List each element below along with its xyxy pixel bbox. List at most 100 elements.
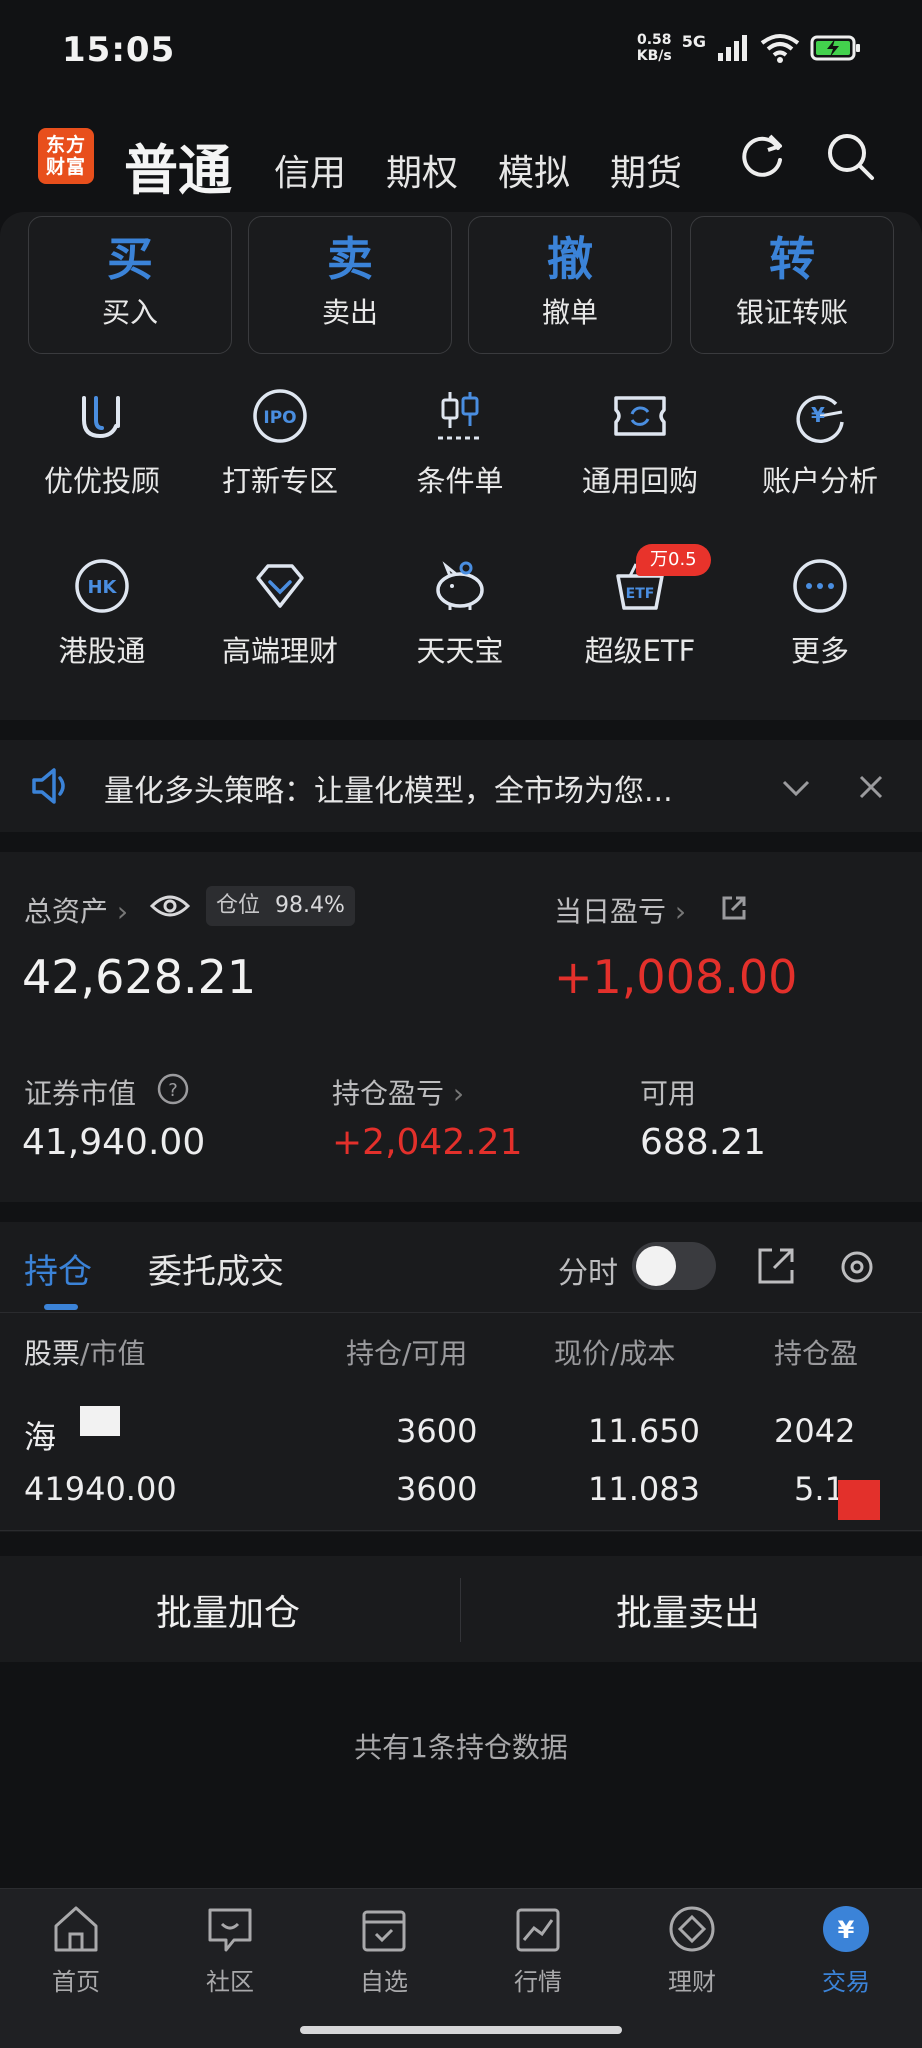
tab-futures[interactable]: 期货 xyxy=(610,144,682,196)
nav-community[interactable]: 社区 xyxy=(170,1904,290,1997)
home-icon xyxy=(54,1906,98,1952)
community-icon xyxy=(208,1908,252,1952)
tab-normal-account[interactable]: 普通 xyxy=(124,126,232,205)
grid-item-hk-connect[interactable]: HK 港股通 xyxy=(10,556,194,670)
transfer-key: 转 xyxy=(769,232,815,286)
grid-item-daily-treasure[interactable]: 天天宝 xyxy=(368,556,552,670)
tabs-divider xyxy=(0,1312,922,1313)
market-value: 41,940.00 xyxy=(22,1122,206,1163)
battery-charging-icon xyxy=(810,35,860,61)
batch-actions xyxy=(0,1556,922,1662)
home-indicator[interactable] xyxy=(300,2026,622,2034)
wifi-icon xyxy=(760,34,800,63)
logo-line2: 财富 xyxy=(45,156,86,178)
help-icon[interactable]: ? xyxy=(156,1072,190,1106)
stock-available: 3600 xyxy=(396,1470,478,1508)
tab-orders[interactable]: 委托成交 xyxy=(148,1244,284,1293)
row-divider xyxy=(0,1530,922,1531)
notice-text[interactable]: 量化多头策略：让量化模型，全市场为您... xyxy=(104,766,673,810)
close-icon[interactable] xyxy=(856,772,886,802)
transfer-button[interactable]: 转 银证转账 xyxy=(690,216,894,354)
grid-item-repo[interactable]: 通用回购 xyxy=(548,386,732,500)
nav-wealth[interactable]: 理财 xyxy=(632,1904,752,1997)
more-icon xyxy=(793,559,847,613)
grid-item-account-analysis[interactable]: ¥ 账户分析 xyxy=(728,386,912,500)
tab-credit[interactable]: 信用 xyxy=(274,144,346,196)
nav-home[interactable]: 首页 xyxy=(16,1904,136,1997)
tab-holdings[interactable]: 持仓 xyxy=(24,1244,92,1293)
buy-key: 买 xyxy=(107,232,153,286)
grid-label: 账户分析 xyxy=(761,464,878,498)
signal-icon xyxy=(718,35,747,61)
etf-fee-badge: 万0.5 xyxy=(636,544,711,576)
batch-sell-button[interactable]: 批量卖出 xyxy=(616,1584,760,1636)
cancel-order-button[interactable]: 撤 撤单 xyxy=(468,216,672,354)
settings-icon[interactable] xyxy=(836,1246,878,1288)
batch-add-button[interactable]: 批量加仓 xyxy=(156,1584,300,1636)
intraday-toggle[interactable] xyxy=(632,1242,716,1290)
stock-qty: 3600 xyxy=(396,1412,478,1450)
available-label: 可用 xyxy=(640,1077,697,1110)
market-value-text: 证券市值 xyxy=(24,1077,137,1110)
grid-label: 超级ETF xyxy=(584,634,696,668)
daily-pnl-value: +1,008.00 xyxy=(554,950,798,1004)
grid-item-ipo[interactable]: IPO 打新专区 xyxy=(188,386,372,500)
grid-label: 高端理财 xyxy=(221,634,338,668)
status-icons: 0.58 KB/s 5G xyxy=(637,32,862,64)
hk-icon: HK xyxy=(75,559,129,613)
app-logo: 东方 财富 xyxy=(38,128,94,184)
export-icon[interactable] xyxy=(756,1246,796,1286)
grid-item-conditional-order[interactable]: 条件单 xyxy=(368,386,552,500)
tab-simulation[interactable]: 模拟 xyxy=(498,144,570,196)
yen-trade-icon: ¥ xyxy=(823,1906,869,1952)
eye-icon[interactable] xyxy=(150,892,190,920)
grid-item-premium-wealth[interactable]: 高端理财 xyxy=(188,556,372,670)
grid-label: 通用回购 xyxy=(581,464,698,498)
stock-cost: 11.083 xyxy=(588,1470,700,1508)
grid-item-more[interactable]: 更多 xyxy=(728,556,912,670)
svg-text:HK: HK xyxy=(87,577,117,598)
buy-label: 买入 xyxy=(101,296,158,329)
nav-label: 社区 xyxy=(206,1968,254,1996)
market-chart-icon xyxy=(516,1908,560,1952)
search-icon[interactable] xyxy=(822,128,878,184)
total-assets-text: 总资产 xyxy=(24,895,109,928)
svg-text:¥: ¥ xyxy=(838,1916,855,1944)
holding-pnl-value: +2,042.21 xyxy=(332,1122,523,1163)
tab-options[interactable]: 期权 xyxy=(386,144,458,196)
wealth-icon xyxy=(669,1906,715,1952)
available-value: 688.21 xyxy=(640,1122,766,1163)
actions-divider xyxy=(460,1578,461,1642)
col-stock-sub: /市值 xyxy=(80,1337,146,1370)
market-value-label: 证券市值 xyxy=(24,1072,136,1112)
watchlist-icon xyxy=(362,1910,406,1952)
buy-button[interactable]: 买 买入 xyxy=(28,216,232,354)
nav-label: 自选 xyxy=(360,1968,408,1996)
daily-pnl-text: 当日盈亏 xyxy=(554,895,667,928)
grid-item-advisor[interactable]: 优优投顾 xyxy=(10,386,194,500)
stock-name: 海 xyxy=(24,1418,57,1456)
nav-label: 首页 xyxy=(52,1968,100,1996)
position-label: 仓位 xyxy=(216,893,261,918)
status-time: 15:05 xyxy=(62,30,176,70)
total-assets-label[interactable]: 总资产 › xyxy=(24,890,128,930)
share-icon[interactable] xyxy=(720,894,748,922)
grid-label: 优优投顾 xyxy=(43,464,160,498)
cancel-label: 撤单 xyxy=(541,296,598,329)
diamond-icon xyxy=(256,564,304,608)
grid-label: 条件单 xyxy=(416,464,504,498)
grid-label: 天天宝 xyxy=(416,634,504,668)
cancel-key: 撤 xyxy=(547,232,593,286)
holding-pnl-label[interactable]: 持仓盈亏 › xyxy=(332,1072,464,1112)
sell-button[interactable]: 卖 卖出 xyxy=(248,216,452,354)
daily-pnl-label[interactable]: 当日盈亏 › xyxy=(554,890,686,930)
nav-market[interactable]: 行情 xyxy=(478,1904,598,1997)
nav-label: 理财 xyxy=(668,1968,716,1996)
nav-watchlist[interactable]: 自选 xyxy=(324,1904,444,1997)
sell-label: 卖出 xyxy=(321,296,378,329)
chevron-down-icon[interactable] xyxy=(780,772,812,802)
nav-trade[interactable]: ¥ 交易 xyxy=(786,1904,906,1997)
col-qty: 持仓/可用 xyxy=(346,1337,468,1370)
refresh-icon[interactable] xyxy=(734,128,790,184)
network-type: 5G xyxy=(681,31,706,51)
